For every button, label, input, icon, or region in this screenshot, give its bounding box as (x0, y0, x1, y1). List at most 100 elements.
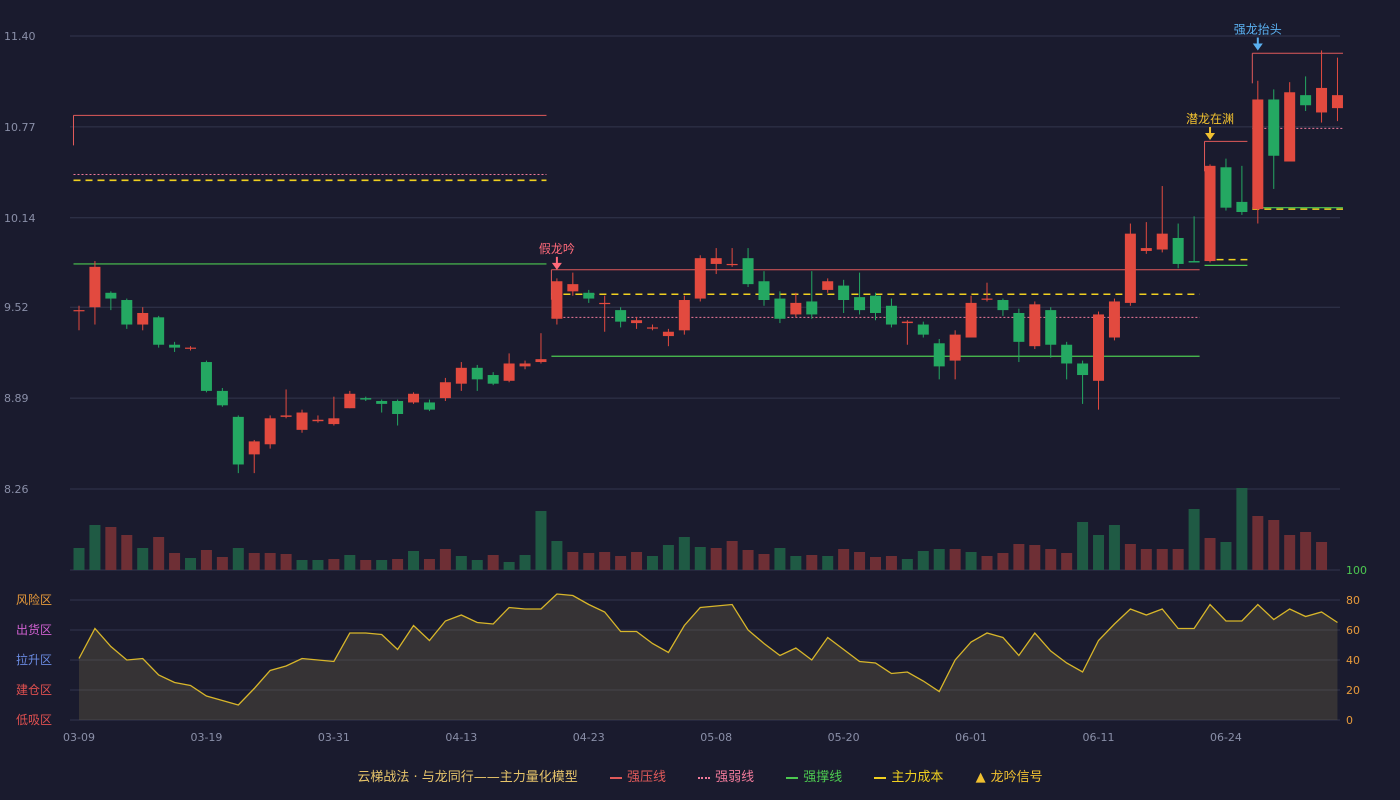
volume-bar (1093, 535, 1105, 570)
candle-body (870, 295, 881, 313)
volume-bar (646, 556, 658, 570)
legend-item-support: 强撑线 (786, 766, 842, 785)
volume-bar (631, 552, 643, 570)
price-tick-label: 8.89 (4, 392, 29, 405)
volume-bar (1045, 549, 1057, 570)
candle-body (455, 367, 467, 384)
indicator-tick-label: 80 (1346, 594, 1360, 607)
candle-body (1316, 87, 1328, 113)
volume-bar (264, 553, 276, 570)
volume-bar (599, 552, 611, 570)
volume-bar (328, 559, 340, 570)
candle-body (535, 359, 547, 363)
volume-bar (1156, 549, 1168, 570)
volume-bar (439, 549, 451, 570)
candle-body (997, 300, 1009, 311)
volume-bar (535, 511, 547, 570)
volume-bar (153, 537, 165, 570)
candle-body (503, 363, 515, 381)
volume-bar (997, 553, 1009, 570)
x-tick-label: 04-13 (445, 731, 477, 744)
candle-body (822, 281, 834, 290)
volume-bar (758, 554, 770, 570)
candle-body (678, 300, 690, 331)
candle-body (1045, 310, 1057, 345)
candle-body (264, 418, 276, 445)
level-lines (73, 52, 1343, 357)
indicator-panel (78, 593, 1338, 720)
candle-body (1029, 304, 1041, 347)
volume-bar (917, 551, 929, 570)
volume-bar (1108, 525, 1120, 570)
volume-bar (73, 548, 85, 570)
volume-bars (73, 488, 1328, 570)
candle-body (646, 327, 658, 329)
volume-bar (1268, 520, 1280, 570)
volume-bar (471, 560, 483, 570)
candle-body (583, 292, 595, 299)
triangle-icon: ▲ (975, 770, 986, 785)
candle-body (1204, 165, 1216, 262)
zone-label: 建仓区 (16, 683, 52, 697)
candle-body (200, 362, 212, 391)
candle-body (89, 266, 101, 308)
volume-bar (503, 562, 515, 570)
volume-bar (1124, 544, 1136, 570)
signal-arrow-icon (1205, 132, 1216, 140)
volume-bar (1140, 549, 1152, 570)
indicator-area (79, 594, 1338, 720)
candle-body (137, 312, 149, 325)
x-tick-label: 06-24 (1210, 731, 1242, 744)
zone-label: 拉升区 (16, 652, 52, 667)
candle-body (423, 402, 435, 410)
volume-bar (89, 525, 101, 570)
x-tick-label: 05-08 (700, 731, 732, 744)
candle-body (901, 321, 913, 324)
legend-item-press: 强压线 (609, 766, 666, 785)
candle-body (806, 301, 818, 315)
candle-body (408, 393, 420, 403)
volume-bar (1284, 535, 1296, 570)
candle-body (694, 258, 706, 299)
candle-body (471, 367, 483, 380)
volume-bar (1188, 509, 1200, 570)
x-tick-label: 03-31 (318, 731, 350, 744)
signal-arrow-icon (551, 262, 562, 270)
indicator-tick-label: 0 (1346, 714, 1353, 727)
candle-body (742, 258, 754, 285)
candle-body (981, 298, 993, 300)
candle-body (1140, 248, 1152, 251)
press-swatch-icon (609, 776, 622, 779)
volume-bar (1029, 545, 1041, 570)
volume-bar (551, 541, 563, 570)
candle-body (392, 400, 404, 414)
candle-body (185, 347, 197, 349)
price-tick-label: 9.52 (4, 301, 29, 314)
legend-item-signal: ▲ 龙吟信号 (975, 770, 1043, 785)
candle-body (854, 297, 866, 311)
candle-body (1093, 314, 1105, 381)
candle-body (105, 292, 117, 299)
volume-bar (965, 552, 977, 570)
candle-body (519, 363, 531, 367)
candle-body (838, 285, 850, 301)
candle-body (965, 302, 977, 338)
volume-bar (312, 560, 324, 570)
volume-bar (822, 556, 834, 570)
support-swatch-icon (786, 776, 799, 779)
volume-bar (838, 549, 850, 570)
candle-body (1268, 99, 1280, 156)
volume-bar (854, 552, 866, 570)
candle-body (487, 375, 499, 384)
volume-bar (1300, 532, 1312, 570)
volume-bar (1220, 542, 1232, 570)
volume-bar (408, 551, 420, 570)
candle-body (758, 281, 770, 301)
candle-body (1013, 312, 1025, 342)
candle-body (296, 412, 308, 430)
candle-body (169, 344, 181, 348)
zone-label: 低吸区 (16, 713, 52, 727)
indicator-tick-label: 40 (1346, 654, 1360, 667)
price-tick-label: 8.26 (4, 483, 29, 496)
candle-body (1077, 363, 1089, 376)
